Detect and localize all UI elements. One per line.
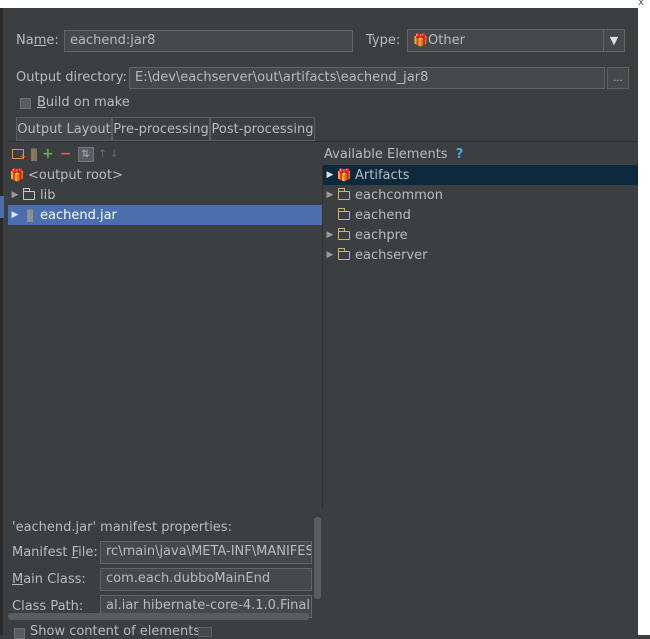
tab-post-processing[interactable]: Post-processing	[210, 117, 315, 141]
name-input[interactable]: eachend:jar8	[64, 30, 353, 52]
tab-panel-divider	[8, 141, 638, 142]
main-class-label: Main Class:	[12, 572, 86, 587]
module-folder-icon	[337, 187, 351, 201]
vertical-scrollbar[interactable]	[314, 517, 321, 599]
expand-arrow-icon[interactable]: ▶	[323, 170, 337, 180]
window-top-strip: х	[0, 0, 650, 8]
tab-pre-processing[interactable]: Pre-processing	[112, 117, 210, 141]
add-icon[interactable]: +	[42, 147, 54, 161]
browse-button[interactable]: ...	[607, 67, 629, 89]
move-down-icon[interactable]: 🡓	[111, 145, 117, 164]
tree-item-output-root[interactable]: 🎁 <output root>	[8, 165, 323, 185]
tree-item-label: eachpre	[355, 227, 408, 243]
jar-icon: ‖|	[25, 208, 34, 222]
tab-output-layout[interactable]: Output Layout	[16, 117, 112, 141]
sort-icon[interactable]: ⇅	[77, 146, 94, 162]
show-content-options-button[interactable]	[198, 627, 212, 637]
layout-toolbar: + ‖| + − ⇅ 🡑 🡓	[12, 146, 117, 162]
type-select[interactable]: 🎁 Other ▼	[407, 29, 625, 52]
available-item-artifacts[interactable]: ▶ 🎁 Artifacts	[323, 165, 638, 185]
tree-item-label: <output root>	[28, 167, 123, 183]
horizontal-scrollbar[interactable]	[8, 613, 309, 620]
name-label: Name:	[16, 33, 59, 48]
type-label: Type:	[366, 33, 401, 48]
tree-item-label: Artifacts	[355, 167, 410, 183]
tree-item-lib[interactable]: ▶ lib	[8, 185, 323, 205]
artifact-gift-icon: 🎁	[413, 33, 428, 47]
tree-item-label: eachcommon	[355, 187, 443, 203]
expand-arrow-icon[interactable]: ▶	[8, 210, 22, 220]
expand-arrow-icon[interactable]: ▶	[8, 190, 22, 200]
manifest-title: 'eachend.jar' manifest properties:	[12, 520, 232, 535]
tree-item-label: eachend.jar	[40, 207, 117, 223]
help-icon[interactable]: ?	[456, 147, 464, 162]
move-up-icon[interactable]: 🡑	[100, 145, 106, 164]
create-archive-icon[interactable]: ‖|	[30, 147, 38, 161]
artifact-gift-icon: 🎁	[336, 168, 352, 182]
show-content-label: Show content of elements	[30, 624, 201, 639]
type-select-value: Other	[428, 33, 465, 48]
output-layout-tree: 🎁 <output root> ▶ lib ▶ ‖| eachend.jar	[8, 165, 323, 225]
available-item-eachcommon[interactable]: ▶ eachcommon	[323, 185, 638, 205]
tree-item-label: lib	[40, 187, 56, 203]
tree-item-label: eachserver	[355, 247, 428, 263]
create-directory-icon[interactable]: +	[12, 149, 26, 161]
expand-arrow-icon[interactable]: ▶	[323, 230, 337, 240]
manifest-properties-panel: 'eachend.jar' manifest properties: Manif…	[8, 515, 322, 620]
available-elements-tree: ▶ 🎁 Artifacts ▶ eachcommon eachend ▶ eac…	[323, 165, 638, 265]
class-path-label: Class Path:	[12, 599, 84, 614]
build-on-make-checkbox[interactable]	[20, 98, 31, 109]
expand-arrow-icon[interactable]: ▶	[323, 190, 337, 200]
chevron-down-icon: ▼	[603, 30, 624, 51]
available-elements-title: Available Elements ?	[324, 147, 464, 162]
tree-item-eachend-jar[interactable]: ▶ ‖| eachend.jar	[8, 205, 323, 225]
window-left-marker	[0, 196, 4, 218]
show-content-checkbox[interactable]	[14, 628, 25, 639]
available-item-eachpre[interactable]: ▶ eachpre	[323, 225, 638, 245]
manifest-file-input[interactable]: rc\main\java\META-INF\MANIFEST	[100, 541, 312, 564]
available-item-eachserver[interactable]: ▶ eachserver	[323, 245, 638, 265]
module-folder-icon	[337, 227, 351, 241]
expand-arrow-icon[interactable]: ▶	[323, 250, 337, 260]
artifact-gift-icon: 🎁	[9, 168, 25, 182]
main-class-input[interactable]: com.each.dubboMainEnd	[100, 568, 312, 591]
manifest-file-label: Manifest File:	[12, 545, 98, 560]
split-divider[interactable]	[322, 165, 323, 510]
tree-item-label: eachend	[355, 207, 411, 223]
output-directory-label: Output directory:	[16, 70, 127, 85]
remove-icon[interactable]: −	[60, 147, 72, 161]
module-folder-icon	[337, 247, 351, 261]
window-corner-mark: х	[638, 0, 644, 8]
folder-icon	[22, 187, 36, 201]
window-left-edge	[0, 8, 3, 635]
build-on-make-label: Build on make	[37, 95, 130, 110]
available-item-eachend[interactable]: eachend	[323, 205, 638, 225]
window-right-edge	[638, 8, 650, 635]
module-folder-icon	[337, 207, 351, 221]
output-directory-input[interactable]: E:\dev\eachserver\out\artifacts\eachend_…	[129, 67, 605, 89]
